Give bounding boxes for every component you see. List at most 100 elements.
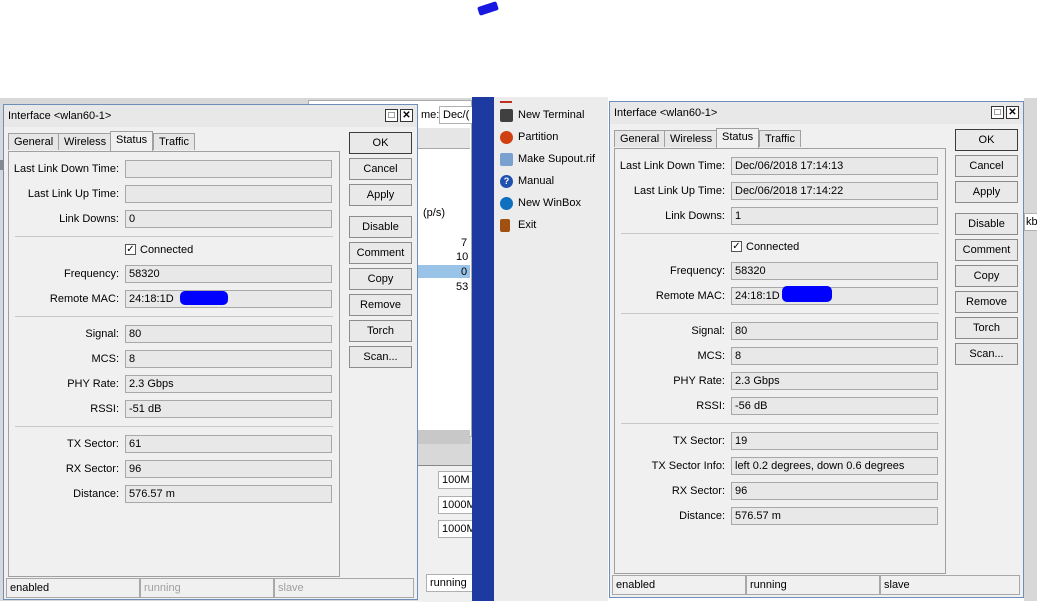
bg-header-strip — [418, 128, 470, 149]
separator — [621, 233, 939, 234]
last-link-down-label: Last Link Down Time: — [619, 160, 725, 172]
bg-number: 10 — [456, 251, 469, 263]
separator — [621, 313, 939, 314]
ok-button[interactable]: OK — [349, 132, 412, 154]
tools-menu: New Terminal Partition Make Supout.rif ?… — [494, 97, 608, 601]
interface-window-right: Interface <wlan60-1> □ ✕ General Wireles… — [609, 101, 1024, 598]
separator — [15, 426, 333, 427]
menu-item-new-terminal[interactable]: New Terminal — [498, 105, 606, 126]
menu-item-exit[interactable]: Exit — [498, 215, 606, 236]
menu-item-new-winbox[interactable]: New WinBox — [498, 193, 606, 214]
mcs-field: 8 — [731, 347, 938, 365]
bg-running: running — [426, 574, 473, 592]
rssi-field: -56 dB — [731, 397, 938, 415]
remove-button[interactable]: Remove — [955, 291, 1018, 313]
link-downs-label: Link Downs: — [665, 210, 725, 222]
scan-button[interactable]: Scan... — [955, 343, 1018, 365]
title-bar: Interface <wlan60-1> □ ✕ — [610, 102, 1023, 124]
rx-sector-label: RX Sector: — [65, 463, 119, 475]
close-button[interactable]: ✕ — [400, 109, 413, 122]
frequency-label: Frequency: — [63, 268, 119, 280]
distance-field: 576.57 m — [731, 507, 938, 525]
rssi-label: RSSI: — [696, 400, 725, 412]
menu-item-make-supout[interactable]: Make Supout.rif — [498, 149, 606, 170]
remote-mac-field: 24:18:1D — [125, 290, 332, 308]
menu-item-partition[interactable]: Partition — [498, 127, 606, 148]
title-bar: Interface <wlan60-1> □ ✕ — [4, 105, 417, 127]
tx-sector-info-field: left 0.2 degrees, down 0.6 degrees — [731, 457, 938, 475]
remove-button[interactable]: Remove — [349, 294, 412, 316]
apply-button[interactable]: Apply — [349, 184, 412, 206]
last-link-down-label: Last Link Down Time: — [13, 163, 119, 175]
maximize-button[interactable]: □ — [991, 106, 1004, 119]
tab-traffic[interactable]: Traffic — [153, 133, 195, 150]
signal-field: 80 — [731, 322, 938, 340]
tab-status[interactable]: Status — [110, 131, 154, 151]
phy-rate-field: 2.3 Gbps — [125, 375, 332, 393]
rx-sector-label: RX Sector: — [671, 485, 725, 497]
tx-sector-field: 19 — [731, 432, 938, 450]
separator — [621, 423, 939, 424]
window-title: Interface <wlan60-1> — [8, 110, 112, 122]
redaction-mark — [782, 286, 832, 302]
tab-wireless[interactable]: Wireless — [664, 130, 719, 147]
window-title: Interface <wlan60-1> — [614, 107, 718, 119]
remote-mac-field: 24:18:1D — [731, 287, 938, 305]
bg-speed: 100M — [438, 471, 473, 489]
scan-button[interactable]: Scan... — [349, 346, 412, 368]
blue-mark — [477, 1, 499, 16]
bg-number: 53 — [456, 281, 469, 293]
connected-checkbox[interactable]: ✓ — [731, 241, 742, 252]
menu-item-label: Exit — [518, 219, 537, 231]
menu-item-label: New Terminal — [518, 109, 585, 121]
tab-traffic[interactable]: Traffic — [759, 130, 801, 147]
rx-sector-field: 96 — [731, 482, 938, 500]
disable-button[interactable]: Disable — [955, 213, 1018, 235]
torch-button[interactable]: Torch — [349, 320, 412, 342]
bg-pps-header: (p/s) — [423, 207, 445, 219]
status-slave: slave — [274, 578, 414, 598]
copy-button[interactable]: Copy — [955, 265, 1018, 287]
status-panel: Last Link Down Time: Dec/06/2018 17:14:1… — [614, 148, 946, 574]
frequency-field: 58320 — [125, 265, 332, 283]
tx-sector-label: TX Sector: — [67, 438, 119, 450]
apply-button[interactable]: Apply — [955, 181, 1018, 203]
cancel-button[interactable]: Cancel — [955, 155, 1018, 177]
bg-number: 7 — [461, 237, 468, 249]
tab-wireless[interactable]: Wireless — [58, 133, 113, 150]
bg-lower-strip — [418, 430, 470, 444]
disable-button[interactable]: Disable — [349, 216, 412, 238]
connected-checkbox[interactable]: ✓ — [125, 244, 136, 255]
bg-speed: 1000M — [438, 496, 473, 514]
maximize-button[interactable]: □ — [385, 109, 398, 122]
tab-general[interactable]: General — [614, 130, 666, 147]
phy-rate-label: PHY Rate: — [673, 375, 725, 387]
tab-general[interactable]: General — [8, 133, 60, 150]
link-downs-label: Link Downs: — [59, 213, 119, 225]
cancel-button[interactable]: Cancel — [349, 158, 412, 180]
comment-button[interactable]: Comment — [349, 242, 412, 264]
last-link-up-field: Dec/06/2018 17:14:22 — [731, 182, 938, 200]
distance-label: Distance: — [679, 510, 725, 522]
ok-button[interactable]: OK — [955, 129, 1018, 151]
last-link-down-field: Dec/06/2018 17:14:13 — [731, 157, 938, 175]
last-link-up-label: Last Link Up Time: — [27, 188, 119, 200]
winbox-sidebar — [472, 97, 494, 601]
menu-item-manual[interactable]: ? Manual — [498, 171, 606, 192]
bg-me-label: me: — [421, 109, 440, 121]
comment-button[interactable]: Comment — [955, 239, 1018, 261]
close-button[interactable]: ✕ — [1006, 106, 1019, 119]
mcs-label: MCS: — [91, 353, 120, 365]
signal-label: Signal: — [691, 325, 725, 337]
separator — [15, 316, 333, 317]
mcs-label: MCS: — [697, 350, 726, 362]
rssi-label: RSSI: — [90, 403, 119, 415]
menu-item-label: Manual — [518, 175, 555, 187]
phy-rate-field: 2.3 Gbps — [731, 372, 938, 390]
connected-label: Connected — [746, 241, 800, 253]
tab-status[interactable]: Status — [716, 128, 760, 148]
status-enabled: enabled — [612, 575, 746, 595]
copy-button[interactable]: Copy — [349, 268, 412, 290]
menu-scroll-icon — [500, 95, 512, 103]
torch-button[interactable]: Torch — [955, 317, 1018, 339]
